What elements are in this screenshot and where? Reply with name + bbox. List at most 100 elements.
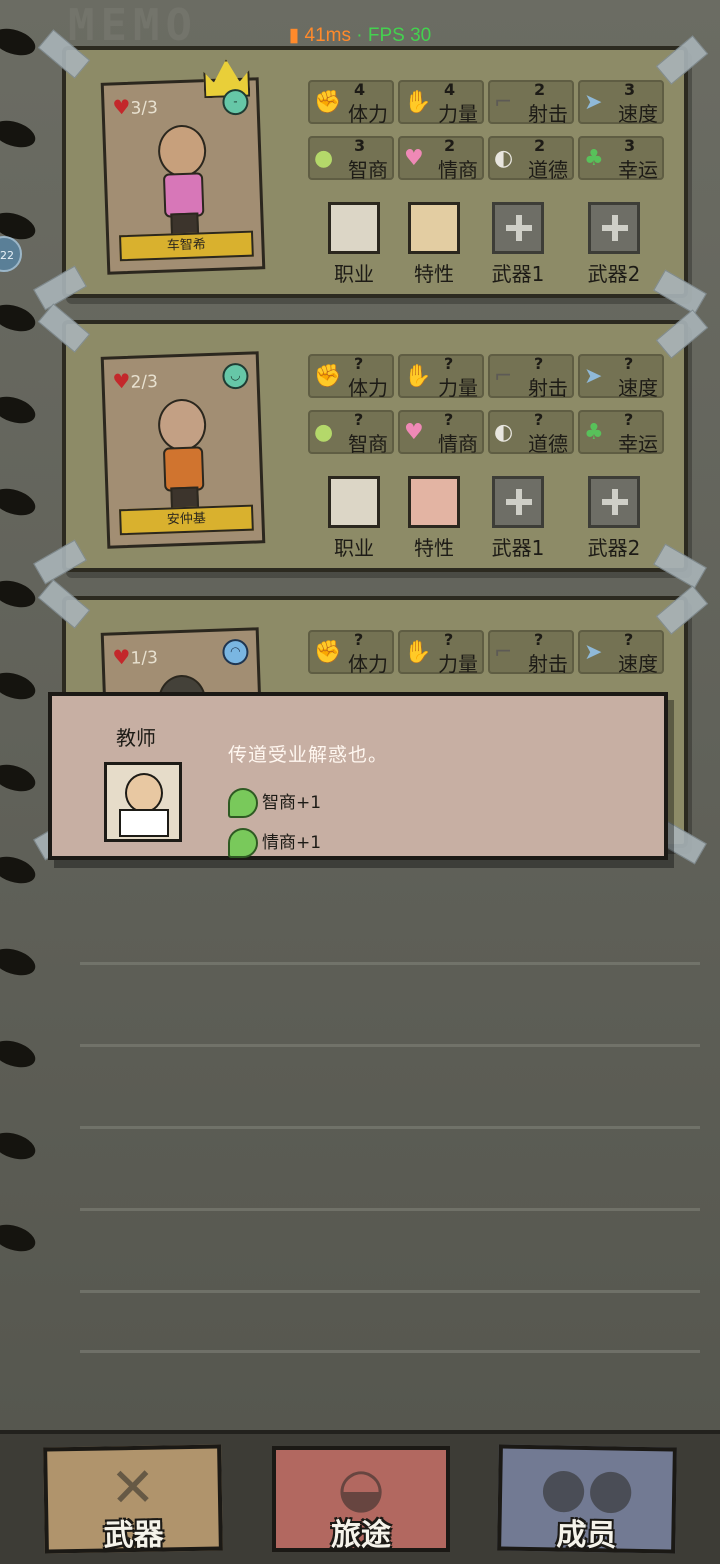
stat-stamina[interactable]: ✊? 体力: [308, 630, 394, 676]
mood-happy-icon: ◡: [222, 362, 249, 390]
signal-icon: ▮: [288, 25, 300, 46]
heart-icon: ♥: [112, 368, 131, 394]
binder-ring: [0, 1127, 39, 1165]
stat-iq[interactable]: ● 3 智商: [308, 136, 394, 182]
stat-strength[interactable]: ✋? 力量: [398, 354, 484, 400]
mood-sad-icon: ◠: [222, 638, 249, 666]
stat-stamina[interactable]: ✊? 体力: [308, 354, 394, 400]
brain-icon: ●: [314, 146, 334, 171]
teacher-face: [125, 773, 163, 813]
tab-weapons[interactable]: ✕ 武器: [43, 1444, 223, 1554]
arm-icon: ✋: [404, 640, 432, 665]
character-figure: [147, 124, 215, 240]
character-portrait[interactable]: ♥2/3 ◡ 安仲基: [100, 351, 266, 549]
hp-value: 2/3: [130, 371, 159, 393]
muscle-icon: ✊: [314, 364, 342, 389]
binder-ring: [0, 299, 39, 337]
notebook-line: [80, 1044, 700, 1047]
binder-ring: [0, 115, 39, 153]
stat-luck[interactable]: ♣ 3 幸运: [578, 136, 664, 182]
stat-speed[interactable]: ➤? 速度: [578, 630, 664, 676]
stat-morality[interactable]: ◐ 2 道德: [488, 136, 574, 182]
character-body: [162, 172, 205, 218]
job-slot[interactable]: [328, 202, 380, 254]
bottom-tab-bar: ✕ 武器 ◒ 旅途 ●● 成员: [0, 1430, 720, 1564]
brain-icon: ●: [314, 420, 334, 445]
gun-icon: ⌐: [494, 90, 513, 115]
weapon1-label: 武器1: [491, 262, 545, 286]
teacher-shirt: [119, 809, 169, 837]
stat-speed[interactable]: ➤? 速度: [578, 354, 664, 400]
heart-icon: ♥: [404, 146, 424, 171]
character-body: [162, 446, 205, 492]
weapon2-label: 武器2: [587, 536, 641, 560]
teacher-portrait-icon: [104, 762, 182, 842]
character-name: 安仲基: [119, 504, 254, 536]
stat-morality[interactable]: ◐? 道德: [488, 410, 574, 456]
binder-ring: [0, 1219, 39, 1257]
stat-speed[interactable]: ➤ 3 速度: [578, 80, 664, 126]
character-card[interactable]: ♥3/3 ‐ 车智希 ✊ 4 体力 ✋ 4 力量 ⌐ 2 射击 ➤ 3 速度 ● 3 智商 ♥ 2 情商…: [33, 29, 709, 315]
boot-icon: ➤: [584, 364, 603, 389]
binder-ring: [0, 391, 39, 429]
arm-icon: ✋: [404, 364, 432, 389]
bonus-item: 智商+1: [228, 788, 321, 818]
stat-stamina[interactable]: ✊ 4 体力: [308, 80, 394, 126]
tab-members[interactable]: ●● 成员: [497, 1444, 677, 1554]
notebook-line: [80, 1290, 700, 1293]
stat-shooting[interactable]: ⌐ 2 射击: [488, 80, 574, 126]
muscle-icon: ✊: [314, 90, 342, 115]
tab-members-label: 成员: [556, 1517, 617, 1554]
heart-icon: ♥: [112, 644, 131, 670]
job-description: 传道受业解惑也。: [228, 744, 389, 766]
hp-value: 3/3: [130, 97, 159, 119]
perf-separator: ·: [356, 25, 363, 46]
boot-icon: ➤: [584, 640, 603, 665]
trait-slot[interactable]: [408, 202, 460, 254]
binder-ring: [0, 483, 39, 521]
stat-iq[interactable]: ●? 智商: [308, 410, 394, 456]
weapon2-slot[interactable]: [588, 476, 640, 528]
stat-strength[interactable]: ✋ 4 力量: [398, 80, 484, 126]
gun-icon: ⌐: [494, 640, 513, 665]
stat-eq[interactable]: ♥ 2 情商: [398, 136, 484, 182]
stat-eq[interactable]: ♥? 情商: [398, 410, 484, 456]
character-head: [157, 124, 208, 178]
binder-ring: [0, 667, 39, 705]
weapon1-slot[interactable]: [492, 476, 544, 528]
trait-label: 特性: [414, 536, 454, 560]
tab-journey[interactable]: ◒ 旅途: [272, 1446, 450, 1553]
job-name: 教师: [116, 726, 156, 750]
trait-label: 特性: [414, 262, 454, 286]
clover-icon: ♣: [584, 420, 604, 445]
weapon2-label: 武器2: [587, 262, 641, 286]
stat-shooting[interactable]: ⌐? 射击: [488, 354, 574, 400]
stat-shooting[interactable]: ⌐? 射击: [488, 630, 574, 676]
latency-text: 41ms: [304, 25, 351, 46]
notebook-line: [80, 1350, 700, 1353]
hp-display: ♥1/3: [112, 644, 158, 670]
weapon1-label: 武器1: [491, 536, 545, 560]
fps-text: FPS 30: [367, 25, 432, 46]
stat-strength[interactable]: ✋? 力量: [398, 630, 484, 676]
binder-ring: [0, 851, 39, 889]
bonus-text: 情商+1: [262, 833, 322, 853]
weapon1-slot[interactable]: [492, 202, 544, 254]
job-slot[interactable]: [328, 476, 380, 528]
job-info-popup[interactable]: 教师 传道受业解惑也。 智商+1 情商+1: [48, 692, 668, 860]
character-portrait[interactable]: ♥3/3 ‐ 车智希: [100, 77, 266, 275]
stat-luck[interactable]: ♣? 幸运: [578, 410, 664, 456]
character-card[interactable]: ♥2/3 ◡ 安仲基 ✊? 体力 ✋? 力量 ⌐? 射击 ➤? 速度 ●? 智商 ♥? 情商…: [33, 303, 709, 589]
gun-icon: ⌐: [494, 364, 513, 389]
character-name: 车智希: [119, 230, 254, 262]
hp-display: ♥2/3: [112, 368, 158, 394]
hp-display: ♥3/3: [112, 94, 158, 120]
heart-icon: ♥: [404, 420, 424, 445]
heart-icon: ♥: [112, 94, 131, 120]
clover-icon: ♣: [584, 146, 604, 171]
character-head: [157, 398, 208, 452]
weapon2-slot[interactable]: [588, 202, 640, 254]
notebook-line: [80, 1208, 700, 1211]
trait-slot[interactable]: [408, 476, 460, 528]
boot-icon: ➤: [584, 90, 603, 115]
